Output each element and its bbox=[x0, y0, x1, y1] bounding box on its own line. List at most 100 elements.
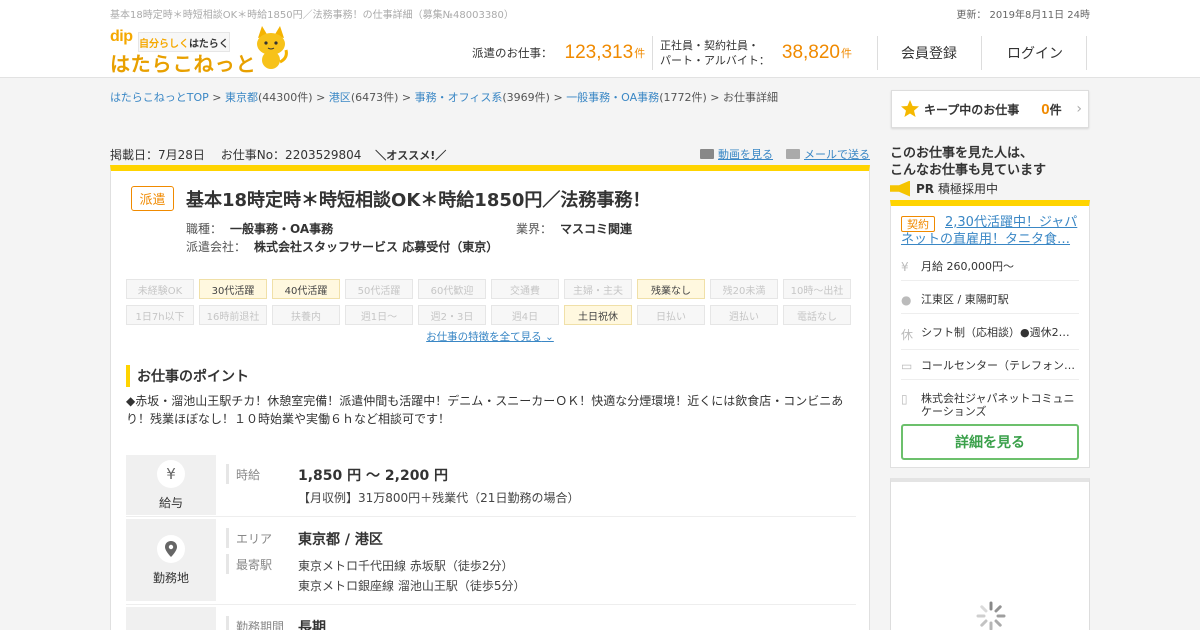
rec-job: ▭ コールセンター（テレフォン… bbox=[901, 359, 1079, 380]
dispatch-count-value: 123,313 bbox=[564, 42, 634, 63]
mail-icon bbox=[786, 149, 800, 159]
feature-tag: 扶養内 bbox=[272, 305, 340, 325]
map-pin-icon bbox=[157, 534, 185, 563]
point-heading: お仕事のポイント bbox=[126, 365, 249, 387]
feature-tag: 主婦・主夫 bbox=[564, 279, 632, 299]
regular-job-count: 正社員・契約社員・ パート・アルバイト： 38,820 件 bbox=[660, 36, 852, 70]
breadcrumb-text: (3969件) > bbox=[502, 91, 567, 104]
page-heading: 基本18時定時＊時短相談OK＊時給1850円／法務事務！の仕事詳細（募集№480… bbox=[110, 10, 514, 21]
employment-type-badge: 派遣 bbox=[131, 186, 174, 211]
see-all-features-link[interactable]: お仕事の特徴を全て見る ⌄ bbox=[426, 331, 554, 343]
industry: 業界： マスコミ関連 bbox=[516, 220, 632, 237]
regular-count-value: 38,820 bbox=[781, 42, 841, 63]
breadcrumb-link[interactable]: 東京都 bbox=[225, 91, 258, 104]
job-title: 基本18時定時＊時短相談OK＊時給1850円／法務事務！ bbox=[186, 190, 651, 211]
briefcase-icon: ▭ bbox=[901, 359, 913, 373]
kept-jobs-unit: 件 bbox=[1049, 102, 1062, 117]
building-icon: ▯ bbox=[901, 392, 908, 406]
ad-slot bbox=[890, 478, 1090, 630]
rec-salary: ¥ 月給 260,000円～ bbox=[901, 260, 1079, 281]
breadcrumb-text: (44300件) > bbox=[258, 91, 329, 104]
rec-location: ● 江東区 / 東陽町駅 bbox=[901, 293, 1079, 314]
header-divider bbox=[652, 36, 653, 70]
salary-value: 1,850 円 ～ 2,200 円 bbox=[298, 468, 449, 484]
feature-tag: 土日祝休 bbox=[564, 305, 632, 325]
salary-note: 【月収例】31万800円＋残業代（21日勤務の場合） bbox=[298, 491, 580, 505]
kept-jobs-button[interactable]: キープ中のお仕事 0件 › bbox=[891, 90, 1089, 128]
feature-tag: 日払い bbox=[637, 305, 705, 325]
feature-tag: 残業なし bbox=[637, 279, 705, 299]
map-pin-icon: ● bbox=[901, 293, 912, 307]
feature-tag: 40代活躍 bbox=[272, 279, 340, 299]
breadcrumb: はたらこねっとTOP > 東京都(44300件) > 港区(6473件) > 事… bbox=[110, 89, 778, 105]
feature-tag: 残20未満 bbox=[710, 279, 778, 299]
rec-company: ▯ 株式会社ジャパネットコミュニケーションズ bbox=[901, 392, 1079, 424]
yen-icon: ¥ bbox=[901, 260, 909, 274]
site-logo[interactable]: dip 自分らしく はたらく はたらこねっと bbox=[110, 26, 290, 76]
breadcrumb-link[interactable]: 一般事務・OA事務 bbox=[566, 91, 659, 104]
view-details-button[interactable]: 詳細を見る bbox=[901, 424, 1079, 460]
header-divider bbox=[1086, 36, 1087, 70]
feature-tag: 60代歓迎 bbox=[418, 279, 486, 299]
location-title: 勤務地 bbox=[152, 570, 189, 585]
period-row: 勤務期間 長期 bbox=[126, 607, 856, 630]
agency-label: 派遣会社： bbox=[186, 240, 247, 254]
job-number: お仕事No：2203529804 bbox=[220, 148, 362, 162]
feature-tag: 週4日 bbox=[491, 305, 559, 325]
agency-value: 株式会社スタッフサービス 応募受付（東京） bbox=[254, 240, 499, 254]
chevron-right-icon: › bbox=[1076, 101, 1082, 117]
breadcrumb-link[interactable]: はたらこねっとTOP bbox=[110, 91, 209, 104]
see-all-features-label: お仕事の特徴を全て見る bbox=[426, 331, 542, 343]
yen-icon: ¥ bbox=[157, 459, 185, 488]
salary-row: ¥ 給与 時給 1,850 円 ～ 2,200 円 【月収例】31万800円＋残… bbox=[126, 455, 856, 517]
register-button[interactable]: 会員登録 bbox=[877, 36, 981, 70]
feature-tag: 50代活躍 bbox=[345, 279, 413, 299]
feature-tags: 未経験OK 30代活躍 40代活躍 50代活躍 60代歓迎 交通費 主婦・主夫 残業なし 残20… bbox=[126, 279, 852, 325]
dispatch-count-label: 派遣のお仕事： bbox=[472, 46, 553, 60]
rec-company-text: 株式会社ジャパネットコミュニケーションズ bbox=[921, 392, 1075, 418]
megaphone-icon bbox=[890, 180, 910, 197]
breadcrumb-link[interactable]: 事務・オフィス系 bbox=[415, 91, 503, 104]
feature-tag: 交通費 bbox=[491, 279, 559, 299]
recommended-job-card: 2,30代活躍中！ジャパネットの直雇用！タニタ食… 契約 ¥ 月給 260,000… bbox=[890, 200, 1090, 468]
feature-tag: 電話なし bbox=[783, 305, 851, 325]
job-meta: 掲載日：7月28日 お仕事No：2203529804 ＼オススメ!／ bbox=[110, 146, 446, 163]
feature-tag: 週2・3日 bbox=[418, 305, 486, 325]
period-head bbox=[126, 607, 216, 630]
login-button[interactable]: ログイン bbox=[983, 36, 1087, 70]
recommend-label: ＼オススメ!／ bbox=[375, 149, 447, 162]
holiday-icon: 休 bbox=[901, 328, 914, 342]
pr-tag: PR bbox=[916, 181, 935, 196]
pr-text: 積極採用中 bbox=[938, 182, 999, 196]
occupation: 職種： 一般事務・OA事務 bbox=[186, 220, 333, 237]
loading-spinner-icon bbox=[976, 601, 1006, 630]
dip-logo: dip bbox=[110, 28, 133, 45]
breadcrumb-text: (6473件) > bbox=[350, 91, 415, 104]
rec-location-text: 江東区 / 東陽町駅 bbox=[921, 293, 1009, 306]
breadcrumb-text: > bbox=[208, 91, 226, 104]
job-detail-card: 派遣 基本18時定時＊時短相談OK＊時給1850円／法務事務！ 職種： 一般事務・… bbox=[110, 165, 870, 630]
also-viewed-heading: このお仕事を見た人は、 こんなお仕事も見ています bbox=[890, 146, 1047, 178]
star-icon bbox=[901, 100, 919, 117]
header-top-bar: 基本18時定時＊時短相談OK＊時給1850円／法務事務！の仕事詳細（募集№480… bbox=[110, 6, 1090, 21]
period-label: 勤務期間 bbox=[226, 616, 284, 630]
feature-tag: 週払い bbox=[710, 305, 778, 325]
location-head: 勤務地 bbox=[126, 519, 216, 601]
area-value: 東京都 / 港区 bbox=[298, 532, 383, 548]
cat-mascot-icon bbox=[257, 26, 288, 69]
salary-head: ¥ 給与 bbox=[126, 455, 216, 515]
site-header: 基本18時定時＊時短相談OK＊時給1850円／法務事務！の仕事詳細（募集№480… bbox=[0, 0, 1200, 78]
send-mail-link[interactable]: メールで送る bbox=[786, 146, 870, 162]
regular-count-label: 正社員・契約社員・ パート・アルバイト： bbox=[660, 39, 770, 67]
area-label: エリア bbox=[226, 528, 272, 548]
video-icon bbox=[700, 149, 714, 159]
watch-video-link[interactable]: 動画を見る bbox=[700, 146, 773, 162]
feature-more: お仕事の特徴を全て見る ⌄ bbox=[111, 329, 869, 344]
occupation-value: 一般事務・OA事務 bbox=[230, 222, 334, 236]
rec-salary-text: 月給 260,000円～ bbox=[921, 260, 1014, 273]
industry-value: マスコミ関連 bbox=[560, 222, 633, 236]
rec-shift: 休シフト制（応相談）●週休2日… bbox=[901, 326, 1079, 350]
breadcrumb-link[interactable]: 港区 bbox=[329, 91, 351, 104]
rec-job-text: コールセンター（テレフォン… bbox=[921, 359, 1075, 372]
feature-tag: 16時前退社 bbox=[199, 305, 267, 325]
